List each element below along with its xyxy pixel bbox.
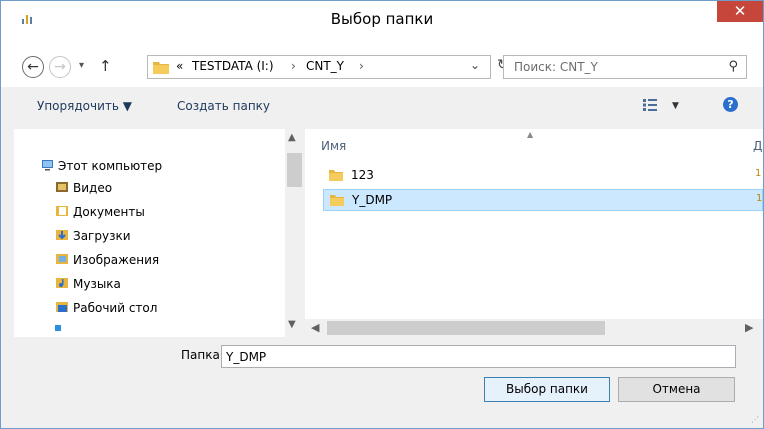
column-header-name[interactable]: Имя [321,139,346,153]
music-folder-icon [56,278,68,288]
search-placeholder: Поиск: CNT_Y [514,60,598,74]
scroll-left-icon[interactable]: ◀ [311,321,319,334]
pictures-folder-icon [56,254,68,264]
file-row-y-dmp[interactable]: Y_DMP 1 [323,189,763,211]
tree-item-label: Изображения [73,253,160,267]
scroll-down-icon[interactable]: ▼ [288,319,296,330]
tree-item-label: Документы [73,205,145,219]
scroll-right-icon[interactable]: ▶ [745,321,753,334]
search-box[interactable]: Поиск: CNT_Y ⚲ [503,55,747,79]
file-name: Y_DMP [352,193,393,207]
back-button[interactable]: ← [22,56,44,78]
scroll-thumb[interactable] [327,321,605,335]
sort-ascending-icon: ▲ [527,130,534,139]
view-options-icon[interactable] [643,99,657,111]
file-row-123[interactable]: 123 1 [323,165,763,187]
new-folder-button[interactable]: Создать папку [177,99,270,113]
partial-tree-icon [55,325,61,331]
folder-name-input[interactable] [221,345,736,368]
folder-field-label: Папка: [181,348,224,362]
folder-picker-dialog: Выбор папки ✕ ← → ▾ ↑ « TESTDATA (I:) › … [0,0,764,429]
breadcrumb-item-testdata[interactable]: TESTDATA (I:) [192,59,274,73]
downloads-folder-icon [56,230,68,240]
scroll-thumb[interactable] [287,153,302,187]
command-toolbar: Упорядочить ▼ Создать папку ▼ ? [1,87,763,127]
breadcrumb-separator[interactable]: › [359,59,364,73]
recent-locations-dropdown-icon[interactable]: ▾ [79,60,84,71]
forward-button[interactable]: → [49,56,71,78]
nav-pane-vertical-scrollbar[interactable]: ▲ ▼ [285,129,304,337]
title-bar: Выбор папки ✕ [1,1,763,37]
dialog-footer: Папка: Выбор папки Отмена ⋰ [1,337,763,428]
window-title: Выбор папки [330,10,434,28]
file-list-horizontal-scrollbar[interactable]: ◀ ▶ [305,319,763,337]
breadcrumb-overflow[interactable]: « [176,59,183,73]
select-folder-button[interactable]: Выбор папки [484,377,610,402]
truncated-column-marker: 1 [756,193,763,204]
resize-grip-icon[interactable]: ⋰ [751,415,759,424]
file-list-pane: Имя ▲ Д 123 1 Y_DMP 1 [305,129,763,337]
video-folder-icon [56,182,68,192]
truncated-column-marker: 1 [755,168,762,179]
address-row: ← → ▾ ↑ « TESTDATA (I:) › CNT_Y › ⌄ ↻ По… [1,37,763,87]
scroll-up-icon[interactable]: ▲ [288,132,296,143]
organize-menu[interactable]: Упорядочить ▼ [37,99,132,113]
address-dropdown-icon[interactable]: ⌄ [470,58,480,72]
desktop-folder-icon [56,302,68,312]
tree-item-label: Этот компьютер [58,159,163,173]
up-button[interactable]: ↑ [99,57,112,75]
documents-folder-icon [56,206,68,216]
navigation-pane: Этот компьютер Видео Документы Загрузки … [14,129,304,337]
address-bar[interactable]: « TESTDATA (I:) › CNT_Y › ⌄ [147,55,491,79]
column-header-date-partial[interactable]: Д [753,139,762,153]
file-name: 123 [351,168,374,182]
tree-item-label: Видео [73,181,113,195]
breadcrumb-separator[interactable]: › [291,59,296,73]
folder-icon [329,170,343,181]
tree-item-label: Загрузки [73,229,131,243]
computer-icon [42,160,53,171]
close-button[interactable]: ✕ [717,1,763,22]
folder-icon [330,195,344,206]
breadcrumb-item-cnt-y[interactable]: CNT_Y [306,59,344,73]
tree-item-label: Рабочий стол [73,301,158,315]
cancel-button[interactable]: Отмена [618,377,735,402]
folder-icon [153,62,169,74]
search-icon[interactable]: ⚲ [728,59,738,74]
view-dropdown-icon[interactable]: ▼ [672,101,679,111]
tree-item-label: Музыка [73,277,121,291]
help-icon[interactable]: ? [723,97,738,112]
